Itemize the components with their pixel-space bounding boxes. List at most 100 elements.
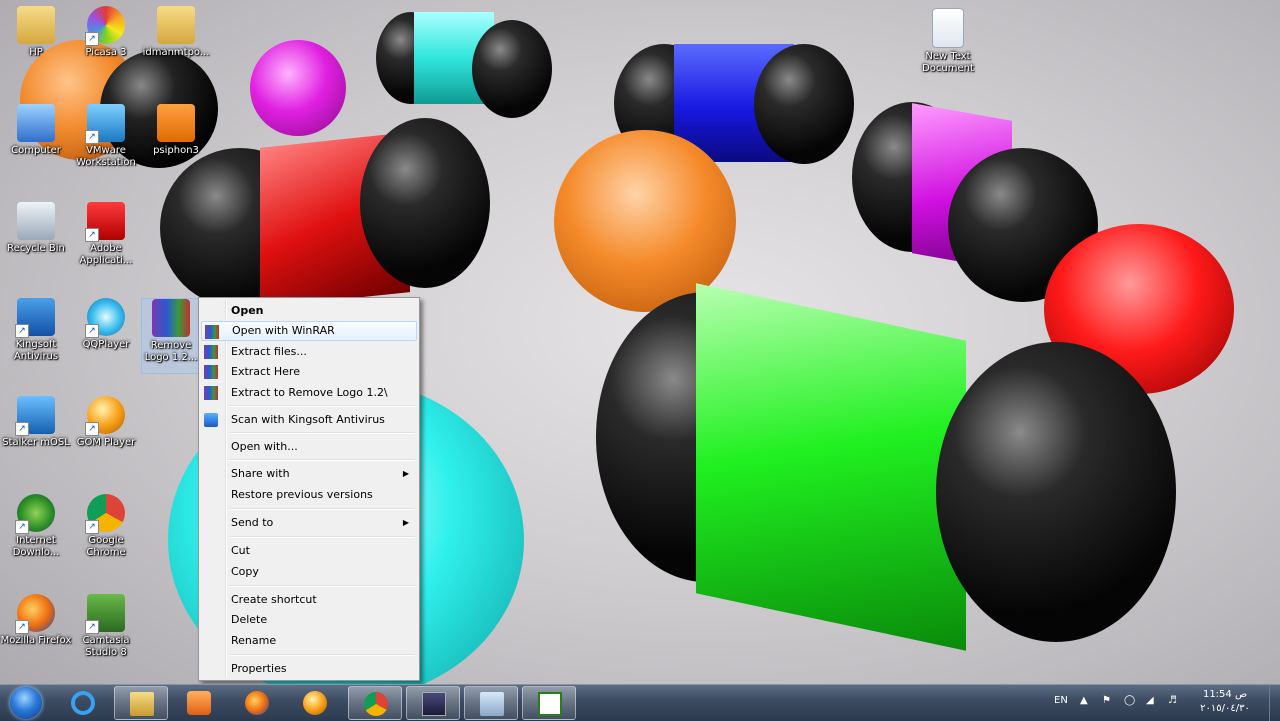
taskbar-internet-explorer[interactable] [56,686,110,720]
folder-icon [17,6,55,44]
menu-separator [229,585,415,587]
taskbar-remove-logo[interactable] [406,686,460,720]
desktop-icon-google-chrome[interactable]: ↗ Google Chrome [70,494,142,568]
flag-icon[interactable]: ⚑ [1102,695,1111,706]
wallpaper-cyan-capsule [376,8,552,120]
shortcut-arrow-icon: ↗ [85,32,99,46]
shortcut-arrow-icon: ↗ [85,520,99,534]
desktop-icon-psiphon[interactable]: psiphon3 [140,104,212,178]
shortcut-arrow-icon: ↗ [85,620,99,634]
menu-item-send-to[interactable]: Send to ▶ [201,513,417,533]
taskbar: EN ▲ ⚑ ◯ ◢ ♬ 11:54 ص ٢٠١٥/٠٤/٣٠ [0,684,1280,721]
winrar-archive-icon [152,299,190,337]
virtual-disk-icon [480,692,504,716]
firefox-icon: ↗ [15,594,55,634]
network-icon[interactable]: ◢ [1146,695,1154,706]
windows-logo-icon [10,687,42,719]
taskbar-chrome[interactable] [348,686,402,720]
desktop-icon-picasa[interactable]: ↗ Picasa 3 [70,6,142,80]
taskbar-file-explorer[interactable] [114,686,168,720]
vmware-icon: ↗ [85,104,125,144]
menu-item-restore-previous-versions[interactable]: Restore previous versions [201,485,417,505]
shortcut-arrow-icon: ↗ [15,422,29,436]
menu-item-extract-files[interactable]: Extract files... [201,342,417,362]
menu-item-extract-to[interactable]: Extract to Remove Logo 1.2\ [201,383,417,403]
desktop-icon-camtasia[interactable]: ↗ Camtasia Studio 8 [70,594,142,668]
clock-date: ٢٠١٥/٠٤/٣٠ [1200,703,1250,714]
clock[interactable]: 11:54 ص ٢٠١٥/٠٤/٣٠ [1190,685,1262,721]
adobe-icon: ↗ [85,202,125,242]
menu-separator [229,405,415,407]
menu-item-share-with[interactable]: Share with ▶ [201,464,417,484]
desktop-icon-idman[interactable]: idmanmtpo... [140,6,212,80]
desktop-icon-firefox[interactable]: ↗ Mozilla Firefox [0,594,72,668]
wallpaper-orange-ball-center [554,130,736,312]
taskbar-media-player[interactable] [172,686,226,720]
kingsoft-shield-icon [204,413,218,427]
desktop-icon-kingsoft-antivirus[interactable]: ↗ Kingsoft Antivirus [0,298,72,372]
menu-item-copy[interactable]: Copy [201,562,417,582]
internet-explorer-icon [71,691,95,715]
chrome-icon [364,692,388,716]
power-icon[interactable]: ◯ [1124,695,1135,706]
desktop-icon-recycle-bin[interactable]: Recycle Bin [0,202,72,276]
internet-download-manager-icon: ↗ [15,494,55,534]
taskbar-gom-player[interactable] [288,686,342,720]
camtasia-icon: ↗ [85,594,125,634]
text-document-icon [932,8,964,48]
menu-item-open-with-winrar[interactable]: Open with WinRAR [201,321,417,341]
dsl-icon: ↗ [15,396,55,436]
psiphon-icon [157,104,195,142]
winrar-icon [204,365,218,379]
desktop-icon-qqplayer[interactable]: ↗ QQPlayer [70,298,142,372]
system-tray: EN ▲ ⚑ ◯ ◢ ♬ 11:54 ص ٢٠١٥/٠٤/٣٠ [1040,685,1280,721]
desktop-icon-stalker[interactable]: ↗ Stalker mOSL [0,396,72,470]
shortcut-arrow-icon: ↗ [15,620,29,634]
desktop-icon-vmware[interactable]: ↗ VMware Workstation [70,104,142,178]
desktop-icon-computer[interactable]: Computer [0,104,72,178]
firefox-icon [245,691,269,715]
winrar-icon [205,325,219,339]
menu-item-open[interactable]: Open [201,301,417,321]
desktop-icon-new-text-document[interactable]: New Text Document [912,8,984,82]
wallpaper-green-capsule [596,283,1176,662]
context-menu: Open Open with WinRAR Extract files... E… [198,297,420,681]
menu-item-rename[interactable]: Rename [201,631,417,651]
menu-separator [229,432,415,434]
start-button[interactable] [4,686,50,720]
shortcut-arrow-icon: ↗ [85,130,99,144]
show-desktop-button[interactable] [1269,685,1280,721]
file-explorer-icon [130,692,154,716]
winrar-icon [204,386,218,400]
taskbar-virtual-disk[interactable] [464,686,518,720]
gom-player-icon: ↗ [85,396,125,436]
shortcut-arrow-icon: ↗ [85,324,99,338]
desktop-icon-remove-logo[interactable]: Remove Logo 1.2... [141,298,201,374]
menu-item-delete[interactable]: Delete [201,610,417,630]
camtasia-icon [538,692,562,716]
menu-item-properties[interactable]: Properties [201,659,417,679]
shortcut-arrow-icon: ↗ [85,228,99,242]
menu-item-open-with[interactable]: Open with... [201,437,417,457]
desktop-icon-hp[interactable]: HP [0,6,72,80]
desktop-icon-gom-player[interactable]: ↗ GOM Player [70,396,142,470]
taskbar-firefox[interactable] [230,686,284,720]
picasa-icon: ↗ [85,6,125,46]
media-player-icon [187,691,211,715]
recycle-bin-icon [17,202,55,240]
menu-item-create-shortcut[interactable]: Create shortcut [201,590,417,610]
menu-item-cut[interactable]: Cut [201,541,417,561]
menu-separator [229,654,415,656]
menu-item-scan-kingsoft[interactable]: Scan with Kingsoft Antivirus [201,410,417,430]
menu-item-extract-here[interactable]: Extract Here [201,362,417,382]
menu-separator [229,536,415,538]
show-hidden-icons-icon[interactable]: ▲ [1080,695,1088,706]
desktop-icon-internet-download-manager[interactable]: ↗ Internet Downlo... [0,494,72,568]
desktop-icon-adobe[interactable]: ↗ Adobe Applicati... [70,202,142,276]
volume-icon[interactable]: ♬ [1168,695,1177,706]
taskbar-camtasia[interactable] [522,686,576,720]
computer-icon [17,104,55,142]
gom-player-icon [303,691,327,715]
language-indicator[interactable]: EN [1054,695,1068,706]
clock-time: 11:54 ص [1202,689,1248,700]
